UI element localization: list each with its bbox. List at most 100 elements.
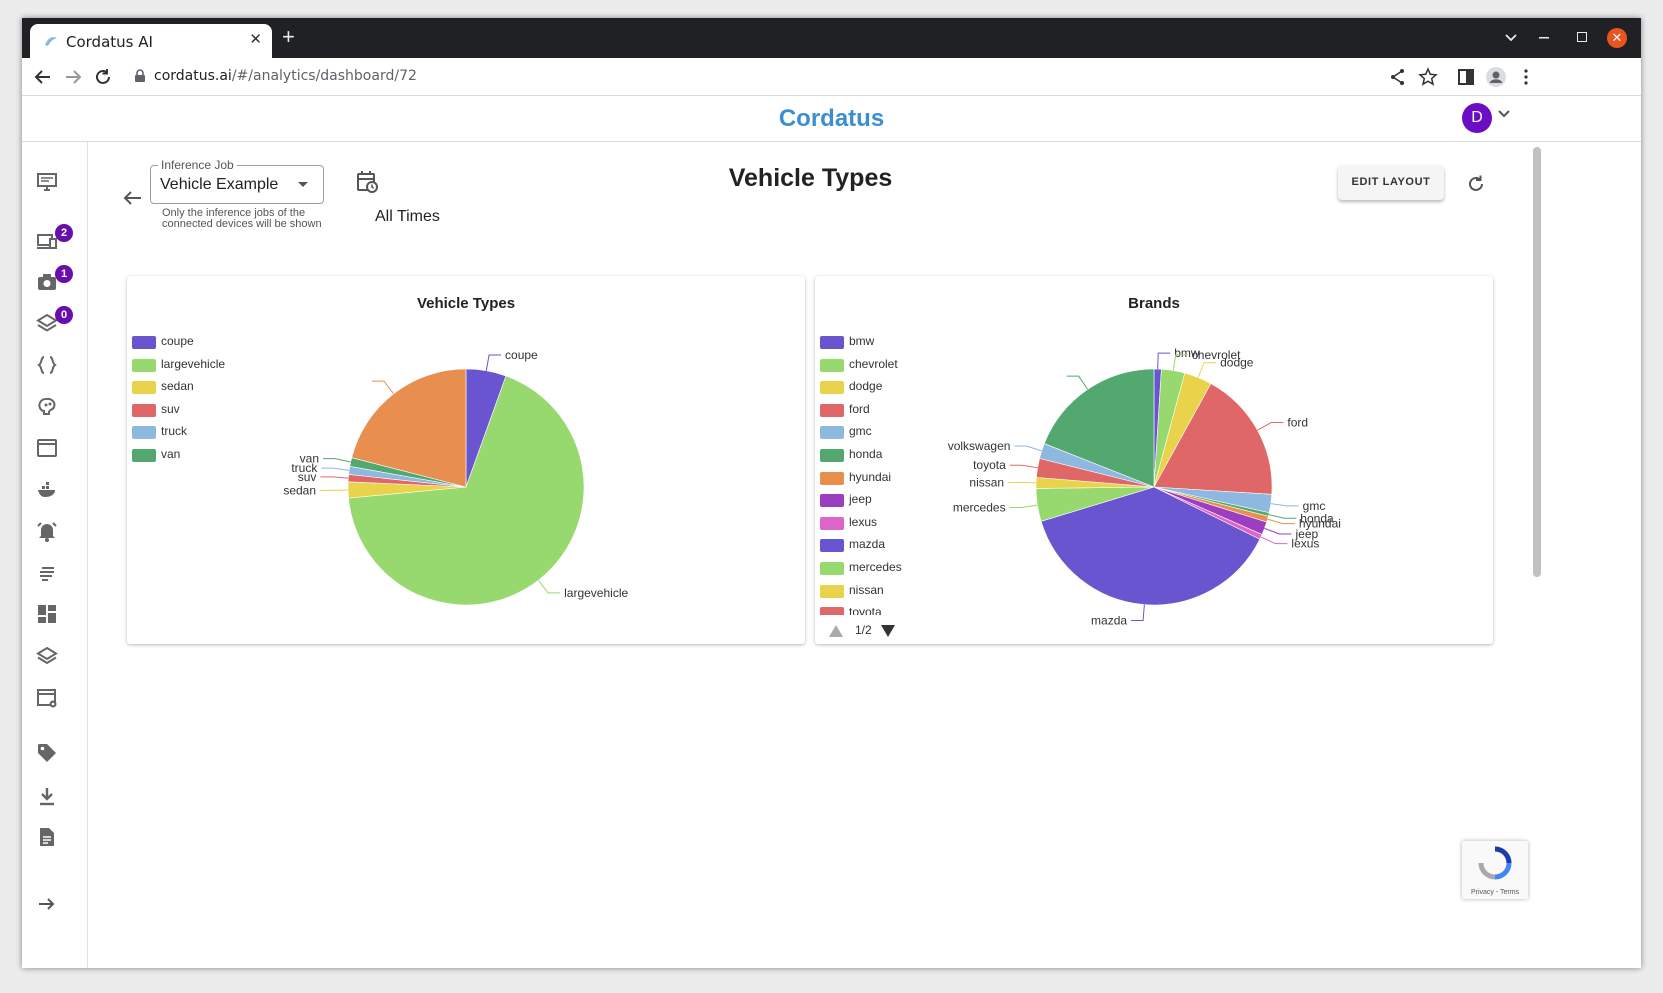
legend-label: largevehicle — [161, 356, 226, 371]
profile-icon[interactable] — [1485, 66, 1507, 88]
label-leader-line — [1131, 604, 1145, 622]
lock-icon[interactable] — [134, 69, 146, 83]
dashboard-grid-icon[interactable] — [36, 603, 58, 625]
label-leader-line — [1260, 536, 1288, 545]
legend-item-mercedes[interactable]: mercedes — [820, 559, 1020, 582]
monitor-icon[interactable] — [36, 171, 58, 193]
label-leader-line — [1257, 421, 1284, 431]
browser-menu-icon[interactable] — [1515, 66, 1537, 88]
docker-whale-icon[interactable] — [36, 479, 58, 501]
window-close-button[interactable]: ✕ — [1607, 28, 1627, 48]
brain-icon[interactable] — [36, 395, 58, 417]
legend-label: mazda — [849, 537, 886, 552]
legend-swatch — [820, 494, 844, 508]
app-header: Cordatus D — [22, 96, 1641, 142]
tab-title: Cordatus AI — [66, 33, 153, 51]
browser-tab[interactable]: Cordatus AI ✕ — [30, 24, 272, 58]
devices-badge: 2 — [55, 224, 73, 242]
page-scrollbar[interactable] — [1532, 142, 1541, 968]
legend-swatch — [132, 358, 156, 372]
legend-label: van — [161, 446, 181, 461]
legend-swatch — [132, 336, 156, 349]
legend-item-truck[interactable]: truck — [132, 423, 332, 446]
bookmark-star-icon[interactable] — [1417, 66, 1439, 88]
legend-swatch — [132, 403, 156, 417]
tab-search-chevron-icon[interactable] — [1505, 34, 1517, 42]
pie-label-dodge: dodge — [1220, 356, 1254, 370]
legend-item-ford[interactable]: ford — [820, 401, 1020, 424]
url-path: /#/analytics/dashboard/72 — [231, 68, 417, 84]
reload-icon[interactable] — [92, 66, 114, 88]
legend-page-down-icon[interactable] — [881, 625, 895, 637]
legend-swatch — [820, 381, 844, 395]
legend-label: toyota — [849, 605, 882, 615]
minimize-icon[interactable] — [1539, 37, 1549, 39]
legend-item-sedan[interactable]: sedan — [132, 378, 332, 401]
notes-lines-icon[interactable] — [36, 562, 58, 584]
legend-item-coupe[interactable]: coupe — [132, 333, 332, 356]
document-icon[interactable] — [36, 826, 58, 848]
label-leader-line — [537, 579, 561, 594]
legend-label: dodge — [849, 379, 883, 394]
forward-arrow-icon[interactable] — [62, 66, 84, 88]
legend-item-gmc[interactable]: gmc — [820, 423, 1020, 446]
legend-item-toyota[interactable]: toyota — [820, 604, 1020, 615]
stack-layers-icon[interactable] — [36, 645, 58, 667]
legend-swatch — [820, 336, 844, 349]
expand-sidebar-arrow-icon[interactable] — [36, 893, 58, 915]
side-panel-icon[interactable] — [1455, 66, 1477, 88]
legend-item-chevrolet[interactable]: chevrolet — [820, 356, 1020, 379]
legend-page-up-icon[interactable] — [829, 625, 843, 637]
recaptcha-privacy-terms[interactable]: Privacy - Terms — [1462, 889, 1528, 896]
layers-badge: 0 — [55, 306, 73, 324]
vehicle-types-legend: coupe largevehicle sedan suv truck van — [132, 333, 332, 473]
legend-item-jeep[interactable]: jeep — [820, 491, 1020, 514]
download-icon[interactable] — [36, 785, 58, 807]
label-leader-line — [1197, 362, 1217, 378]
legend-swatch — [820, 358, 844, 372]
legend-item-honda[interactable]: honda — [820, 446, 1020, 469]
legend-label: nissan — [849, 582, 884, 597]
scrollbar-thumb[interactable] — [1533, 147, 1541, 577]
legend-item-largevehicle[interactable]: largevehicle — [132, 356, 332, 379]
pie-label-lexus: lexus — [1291, 537, 1319, 551]
alarm-bell-icon[interactable] — [36, 520, 58, 542]
code-braces-icon[interactable] — [36, 354, 58, 376]
maximize-icon[interactable] — [1577, 32, 1587, 42]
legend-swatch — [132, 381, 156, 395]
tag-icon[interactable] — [36, 742, 58, 764]
url-text[interactable]: cordatus.ai/#/analytics/dashboard/72 — [154, 68, 417, 84]
label-leader-line — [1270, 503, 1299, 507]
new-tab-button[interactable]: + — [282, 26, 295, 48]
browser-window: Cordatus AI ✕ + ✕ cordatus.ai/#/analytic… — [22, 18, 1641, 968]
edit-layout-button[interactable]: EDIT LAYOUT — [1338, 165, 1444, 200]
legend-swatch — [820, 426, 844, 440]
vehicle-types-card: Vehicle Types coupe largevehicle sedan suv t… — [127, 276, 805, 644]
brand-logo[interactable]: Cordatus — [22, 105, 1641, 133]
share-icon[interactable] — [1387, 66, 1409, 88]
legend-item-bmw[interactable]: bmw — [820, 333, 1020, 356]
legend-item-lexus[interactable]: lexus — [820, 514, 1020, 537]
window-icon[interactable] — [36, 437, 58, 459]
tab-close-button[interactable]: ✕ — [249, 30, 262, 48]
inference-job-helper-text: Only the inference jobs of the connected… — [162, 207, 322, 230]
legend-item-dodge[interactable]: dodge — [820, 378, 1020, 401]
user-menu-chevron-icon[interactable] — [1498, 110, 1510, 118]
refresh-icon[interactable] — [1466, 174, 1486, 194]
legend-item-mazda[interactable]: mazda — [820, 536, 1020, 559]
legend-item-suv[interactable]: suv — [132, 401, 332, 424]
sidebar: 2 1 0 — [22, 142, 88, 968]
recaptcha-badge[interactable]: Privacy - Terms — [1462, 841, 1528, 899]
legend-label: truck — [161, 424, 188, 439]
legend-label: sedan — [161, 379, 194, 394]
time-range-label[interactable]: All Times — [375, 208, 440, 226]
legend-item-hyundai[interactable]: hyundai — [820, 469, 1020, 492]
legend-item-nissan[interactable]: nissan — [820, 582, 1020, 605]
back-arrow-icon[interactable] — [32, 66, 54, 88]
dashboard-title: Vehicle Types — [728, 164, 893, 192]
legend-swatch — [132, 448, 156, 462]
address-bar[interactable]: cordatus.ai/#/analytics/dashboard/72 — [134, 62, 1434, 92]
user-avatar[interactable]: D — [1462, 103, 1492, 133]
legend-item-van[interactable]: van — [132, 446, 332, 469]
window-settings-icon[interactable] — [36, 687, 58, 709]
